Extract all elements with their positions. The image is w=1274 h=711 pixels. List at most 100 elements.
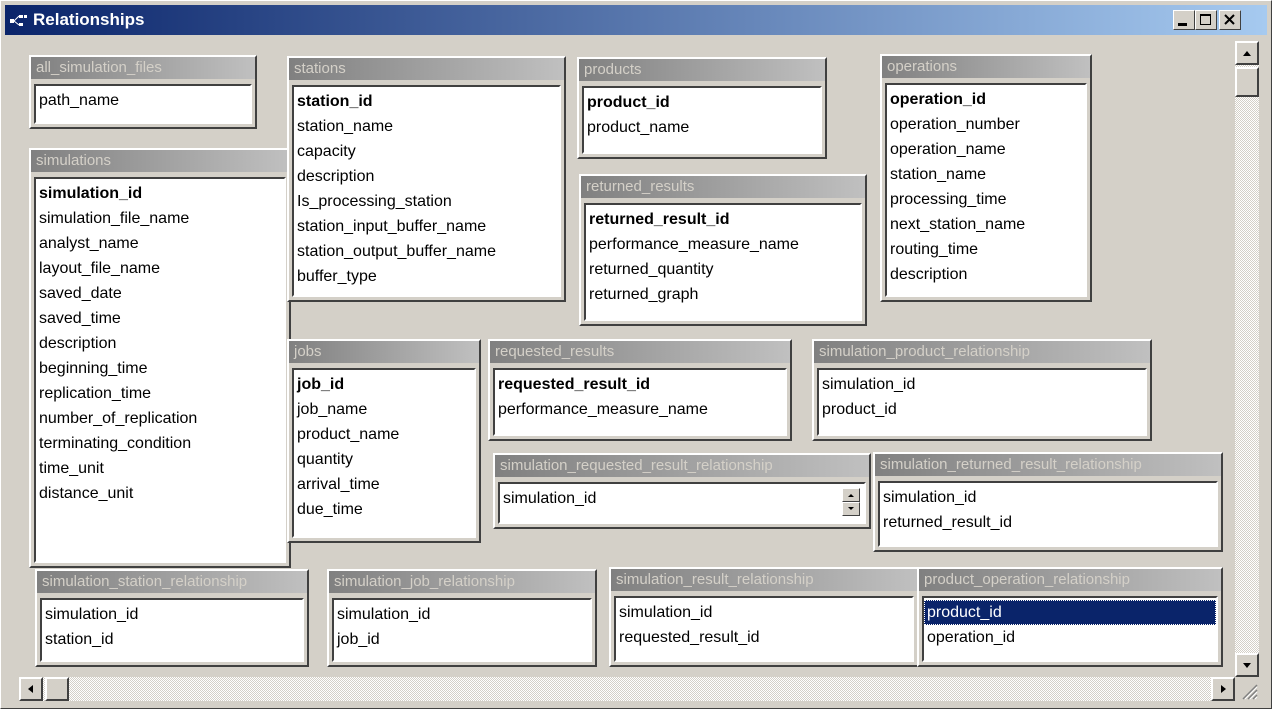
scroll-down-button[interactable] <box>1235 653 1259 677</box>
field-item[interactable]: analyst_name <box>36 231 284 256</box>
field-list[interactable]: simulation_id product_id <box>817 368 1147 436</box>
resize-grip[interactable] <box>1235 677 1259 701</box>
table-title[interactable]: stations <box>289 58 564 80</box>
field-list[interactable]: path_name <box>34 84 252 124</box>
table-title[interactable]: simulation_station_relationship <box>37 571 307 593</box>
field-item[interactable]: requested_result_id <box>616 625 912 650</box>
scroll-down-button[interactable] <box>842 502 860 516</box>
field-item[interactable]: station_name <box>294 114 559 139</box>
field-list[interactable]: product_id operation_id <box>922 596 1218 662</box>
field-item[interactable]: simulation_id <box>42 602 302 627</box>
field-item[interactable]: distance_unit <box>36 481 284 506</box>
field-item[interactable]: buffer_type <box>294 264 559 289</box>
field-item[interactable]: simulation_file_name <box>36 206 284 231</box>
table-title[interactable]: jobs <box>289 341 479 363</box>
field-item[interactable]: time_unit <box>36 456 284 481</box>
field-list[interactable]: operation_id operation_number operation_… <box>885 83 1087 297</box>
field-item[interactable]: beginning_time <box>36 356 284 381</box>
field-item[interactable]: station_input_buffer_name <box>294 214 559 239</box>
field-list[interactable]: station_id station_name capacity descrip… <box>292 85 561 297</box>
field-list[interactable]: simulation_id returned_result_id <box>878 481 1218 547</box>
primary-key-field[interactable]: requested_result_id <box>495 372 785 397</box>
table-simulation-returned-result-relationship[interactable]: simulation_returned_result_relationship … <box>873 452 1223 552</box>
field-item[interactable]: description <box>294 164 559 189</box>
scroll-left-button[interactable] <box>19 677 43 701</box>
table-title[interactable]: simulation_returned_result_relationship <box>875 454 1221 476</box>
field-item[interactable]: processing_time <box>887 187 1085 212</box>
field-item[interactable]: station_name <box>887 162 1085 187</box>
table-title[interactable]: simulation_requested_result_relationship <box>495 455 869 477</box>
vertical-scroll-thumb[interactable] <box>1235 67 1259 97</box>
field-item[interactable]: simulation_id <box>616 600 912 625</box>
table-title[interactable]: requested_results <box>490 341 790 363</box>
table-title[interactable]: simulation_result_relationship <box>611 569 917 591</box>
maximize-button[interactable] <box>1195 10 1217 30</box>
field-item[interactable]: terminating_condition <box>36 431 284 456</box>
table-title[interactable]: all_simulation_files <box>31 57 255 79</box>
field-item[interactable]: simulation_id <box>500 486 864 511</box>
table-title[interactable]: simulation_product_relationship <box>814 341 1150 363</box>
field-item[interactable]: performance_measure_name <box>586 232 860 257</box>
field-item[interactable]: product_name <box>294 422 474 447</box>
field-item[interactable]: station_output_buffer_name <box>294 239 559 264</box>
primary-key-field[interactable]: simulation_id <box>36 181 284 206</box>
field-item[interactable]: returned_graph <box>586 282 860 307</box>
minimize-button[interactable] <box>1173 10 1195 30</box>
primary-key-field[interactable]: returned_result_id <box>586 207 860 232</box>
field-item[interactable]: simulation_id <box>334 602 590 627</box>
field-list[interactable]: returned_result_id performance_measure_n… <box>584 203 862 321</box>
relationships-canvas[interactable]: all_simulation_files path_name simulatio… <box>19 41 1231 677</box>
table-product-operation-relationship[interactable]: product_operation_relationship product_i… <box>917 567 1223 667</box>
field-list-scroller[interactable] <box>842 488 860 516</box>
field-item[interactable]: Is_processing_station <box>294 189 559 214</box>
field-item[interactable]: layout_file_name <box>36 256 284 281</box>
table-jobs[interactable]: jobs job_id job_name product_name quanti… <box>287 339 481 543</box>
primary-key-field[interactable]: station_id <box>294 89 559 114</box>
table-title[interactable]: simulation_job_relationship <box>329 571 595 593</box>
scroll-up-button[interactable] <box>1235 41 1259 65</box>
field-item[interactable]: due_time <box>294 497 474 522</box>
field-item[interactable]: routing_time <box>887 237 1085 262</box>
table-simulation-job-relationship[interactable]: simulation_job_relationship simulation_i… <box>327 569 597 667</box>
field-item[interactable]: product_id <box>819 397 1145 422</box>
field-item[interactable]: path_name <box>36 88 250 113</box>
table-operations[interactable]: operations operation_id operation_number… <box>880 54 1092 302</box>
primary-key-field[interactable]: product_id <box>584 90 820 115</box>
table-title[interactable]: simulations <box>31 150 289 172</box>
field-item[interactable]: operation_name <box>887 137 1085 162</box>
field-item[interactable]: simulation_id <box>819 372 1145 397</box>
field-item[interactable]: job_id <box>334 627 590 652</box>
field-list[interactable]: simulation_id simulation_file_name analy… <box>34 177 286 563</box>
table-title[interactable]: product_operation_relationship <box>919 569 1221 591</box>
close-button[interactable] <box>1219 10 1241 30</box>
table-simulation-product-relationship[interactable]: simulation_product_relationship simulati… <box>812 339 1152 441</box>
field-list[interactable]: simulation_id <box>498 482 866 524</box>
selected-field-item[interactable]: product_id <box>924 600 1216 625</box>
field-item[interactable]: operation_id <box>924 625 1216 650</box>
field-item[interactable]: returned_quantity <box>586 257 860 282</box>
table-simulation-result-relationship[interactable]: simulation_result_relationship simulatio… <box>609 567 919 667</box>
field-item[interactable]: description <box>887 262 1085 287</box>
scroll-up-button[interactable] <box>842 488 860 502</box>
table-all-simulation-files[interactable]: all_simulation_files path_name <box>29 55 257 129</box>
field-item[interactable]: quantity <box>294 447 474 472</box>
field-list[interactable]: simulation_id station_id <box>40 598 304 662</box>
table-stations[interactable]: stations station_id station_name capacit… <box>287 56 566 302</box>
vertical-scrollbar[interactable] <box>1235 41 1259 677</box>
table-simulation-requested-result-relationship[interactable]: simulation_requested_result_relationship… <box>493 453 871 529</box>
field-list[interactable]: job_id job_name product_name quantity ar… <box>292 368 476 538</box>
field-item[interactable]: number_of_replication <box>36 406 284 431</box>
table-products[interactable]: products product_id product_name <box>577 57 827 159</box>
table-returned-results[interactable]: returned_results returned_result_id perf… <box>579 174 867 326</box>
table-title[interactable]: operations <box>882 56 1090 78</box>
field-item[interactable]: performance_measure_name <box>495 397 785 422</box>
horizontal-scroll-thumb[interactable] <box>45 677 69 701</box>
field-list[interactable]: simulation_id job_id <box>332 598 592 662</box>
scroll-right-button[interactable] <box>1211 677 1235 701</box>
field-item[interactable]: job_name <box>294 397 474 422</box>
field-list[interactable]: requested_result_id performance_measure_… <box>493 368 787 436</box>
field-item[interactable]: next_station_name <box>887 212 1085 237</box>
primary-key-field[interactable]: operation_id <box>887 87 1085 112</box>
table-title[interactable]: returned_results <box>581 176 865 198</box>
primary-key-field[interactable]: job_id <box>294 372 474 397</box>
